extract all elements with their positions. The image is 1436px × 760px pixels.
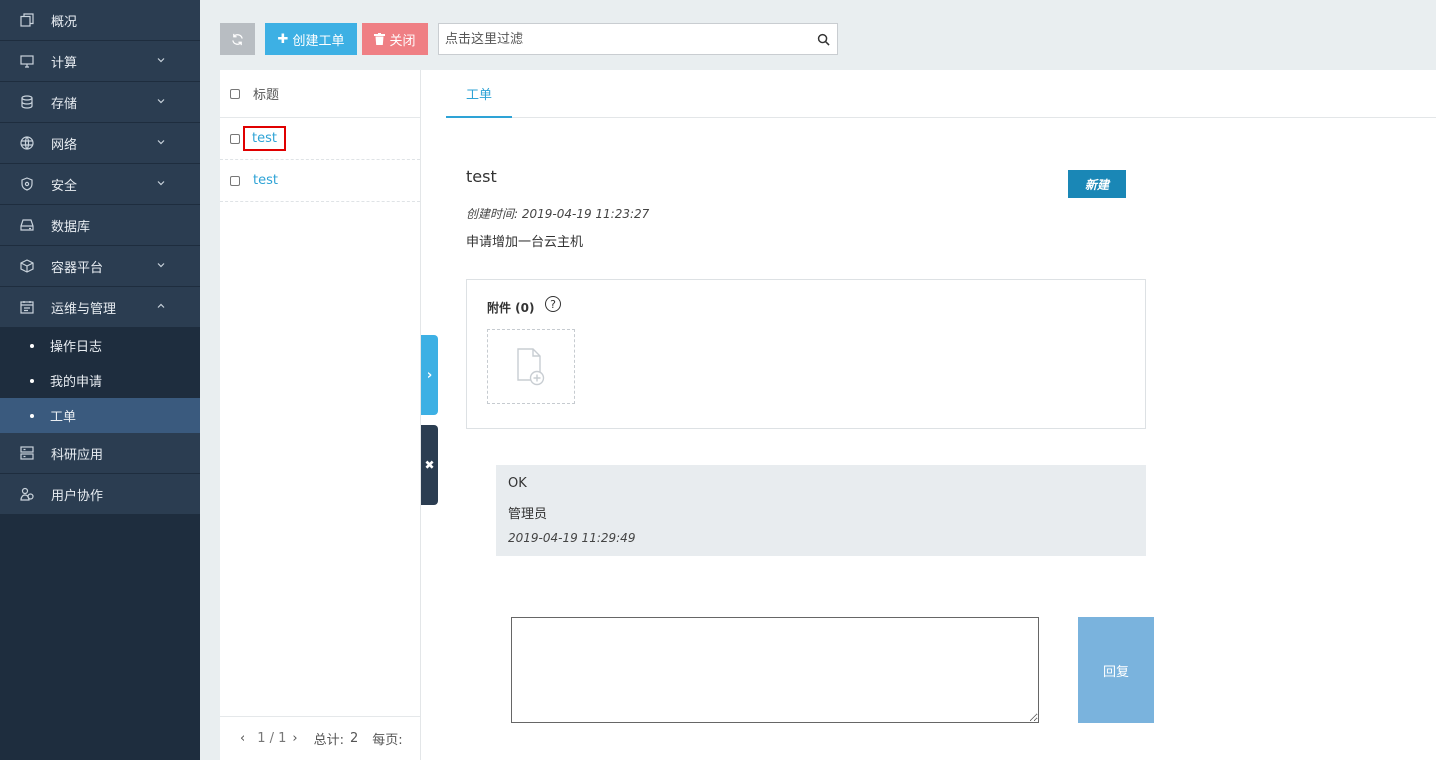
comment-time: 2019-04-19 11:29:49 [508, 531, 636, 545]
sidebar-item-research-apps[interactable]: 科研应用 [0, 433, 200, 474]
sidebar-item-label: 容器平台 [51, 260, 104, 276]
shield-icon [20, 177, 34, 191]
sidebar-item-label: 安全 [51, 178, 78, 194]
sidebar-item-label: 科研应用 [51, 447, 104, 463]
close-ticket-button[interactable]: 关闭 [362, 23, 428, 55]
bullet-icon [30, 343, 34, 348]
search-icon[interactable] [817, 33, 830, 46]
comment-text: OK [508, 476, 527, 491]
reply-button[interactable]: 回复 [1078, 617, 1154, 723]
row-checkbox[interactable] [230, 175, 240, 186]
sidebar-item-database[interactable]: 数据库 [0, 205, 200, 246]
column-title-header: 标题 [253, 88, 280, 103]
comment-author: 管理员 [508, 507, 548, 522]
close-panel-button[interactable]: ✖ [421, 425, 438, 505]
reply-textarea[interactable] [511, 617, 1039, 723]
sidebar-item-security[interactable]: 安全 [0, 164, 200, 205]
sidebar-subitem-label: 操作日志 [50, 340, 103, 355]
refresh-button[interactable] [220, 23, 255, 55]
next-page-icon[interactable]: › [292, 731, 297, 746]
close-icon: ✖ [424, 458, 435, 472]
list-header: 标题 [220, 70, 420, 118]
file-add-icon [517, 347, 545, 385]
created-time: 创建时间: 2019-04-19 11:23:27 [466, 207, 650, 221]
search-input[interactable] [439, 24, 837, 54]
help-icon[interactable]: ? [545, 296, 561, 312]
calendar-icon [20, 300, 34, 314]
total-label: 总计: [313, 733, 344, 748]
sidebar: 概况 计算 存储 网络 安全 数据库 容器平台 运维与管理 操作日志 我的申请 … [0, 0, 200, 760]
pagination: ‹ 1 / 1 › 总计: 2 每页: [220, 716, 420, 760]
chevron-down-icon [157, 140, 165, 145]
ticket-detail-panel: 工单 test 新建 创建时间: 2019-04-19 11:23:27 申请增… [421, 70, 1436, 760]
sidebar-item-container[interactable]: 容器平台 [0, 246, 200, 287]
tab-bar: 工单 [446, 70, 1436, 118]
ticket-description: 申请增加一台云主机 [466, 235, 584, 250]
new-status-button[interactable]: 新建 [1068, 170, 1126, 198]
globe-icon [20, 136, 34, 150]
sidebar-item-label: 存储 [51, 96, 78, 112]
bullet-icon [30, 413, 34, 418]
overview-icon [20, 13, 34, 27]
sidebar-subitem-label: 工单 [50, 410, 77, 425]
chevron-up-icon [157, 303, 165, 308]
ticket-title: test [466, 167, 497, 186]
search-box [438, 23, 838, 55]
sidebar-subitem-operation-log[interactable]: 操作日志 [0, 328, 200, 363]
plus-icon: ✚ [277, 31, 289, 47]
sidebar-item-label: 网络 [51, 137, 78, 153]
comment-item: OK 管理员 2019-04-19 11:29:49 [496, 465, 1146, 556]
chevron-down-icon [157, 263, 165, 268]
refresh-icon [232, 33, 243, 45]
server-icon [20, 446, 34, 460]
attachments-section: 附件 (0) ? [466, 279, 1146, 429]
ticket-link[interactable]: test [243, 126, 286, 151]
table-row: test [220, 160, 420, 202]
sidebar-item-overview[interactable]: 概况 [0, 0, 200, 41]
sidebar-item-label: 用户协作 [51, 488, 104, 504]
total-value: 2 [349, 731, 359, 746]
chevron-down-icon [157, 99, 165, 104]
monitor-icon [20, 54, 34, 68]
ticket-link[interactable]: test [253, 173, 278, 188]
close-ticket-label: 关闭 [389, 33, 416, 49]
toolbar: ✚ 创建工单 关闭 [220, 23, 838, 55]
sidebar-item-network[interactable]: 网络 [0, 123, 200, 164]
tab-ticket[interactable]: 工单 [446, 70, 512, 118]
sidebar-item-label: 概况 [51, 14, 78, 30]
per-page-label: 每页: [372, 733, 403, 748]
create-ticket-label: 创建工单 [292, 33, 345, 49]
expand-panel-button[interactable]: › [421, 335, 438, 415]
sidebar-item-ops[interactable]: 运维与管理 [0, 287, 200, 328]
chevron-down-icon [157, 58, 165, 63]
sidebar-item-label: 计算 [51, 55, 78, 71]
row-checkbox[interactable] [230, 133, 240, 144]
attachments-label: 附件 (0) [487, 301, 535, 315]
chevron-down-icon [157, 181, 165, 186]
ops-submenu: 操作日志 我的申请 工单 [0, 328, 200, 433]
page-indicator: 1 / 1 [257, 731, 287, 746]
create-ticket-button[interactable]: ✚ 创建工单 [265, 23, 357, 55]
trash-icon [374, 33, 386, 45]
sidebar-subitem-tickets[interactable]: 工单 [0, 398, 200, 433]
sidebar-item-collaboration[interactable]: 用户协作 [0, 474, 200, 515]
sidebar-item-compute[interactable]: 计算 [0, 41, 200, 82]
users-icon [20, 487, 34, 501]
container-icon [20, 259, 34, 273]
table-row: test [220, 118, 420, 160]
prev-page-icon[interactable]: ‹ [240, 731, 245, 746]
select-all-checkbox[interactable] [230, 88, 240, 99]
bullet-icon [30, 378, 34, 383]
database-icon [20, 95, 34, 109]
ticket-list-panel: 标题 test test ‹ 1 / 1 › 总计: 2 每页: [220, 70, 421, 760]
sidebar-subitem-my-requests[interactable]: 我的申请 [0, 363, 200, 398]
sidebar-item-storage[interactable]: 存储 [0, 82, 200, 123]
upload-dropzone[interactable] [487, 329, 575, 404]
sidebar-subitem-label: 我的申请 [50, 375, 103, 390]
sidebar-item-label: 数据库 [51, 219, 91, 235]
drive-icon [20, 218, 34, 232]
sidebar-item-label: 运维与管理 [51, 301, 117, 317]
chevron-right-icon: › [426, 367, 433, 383]
